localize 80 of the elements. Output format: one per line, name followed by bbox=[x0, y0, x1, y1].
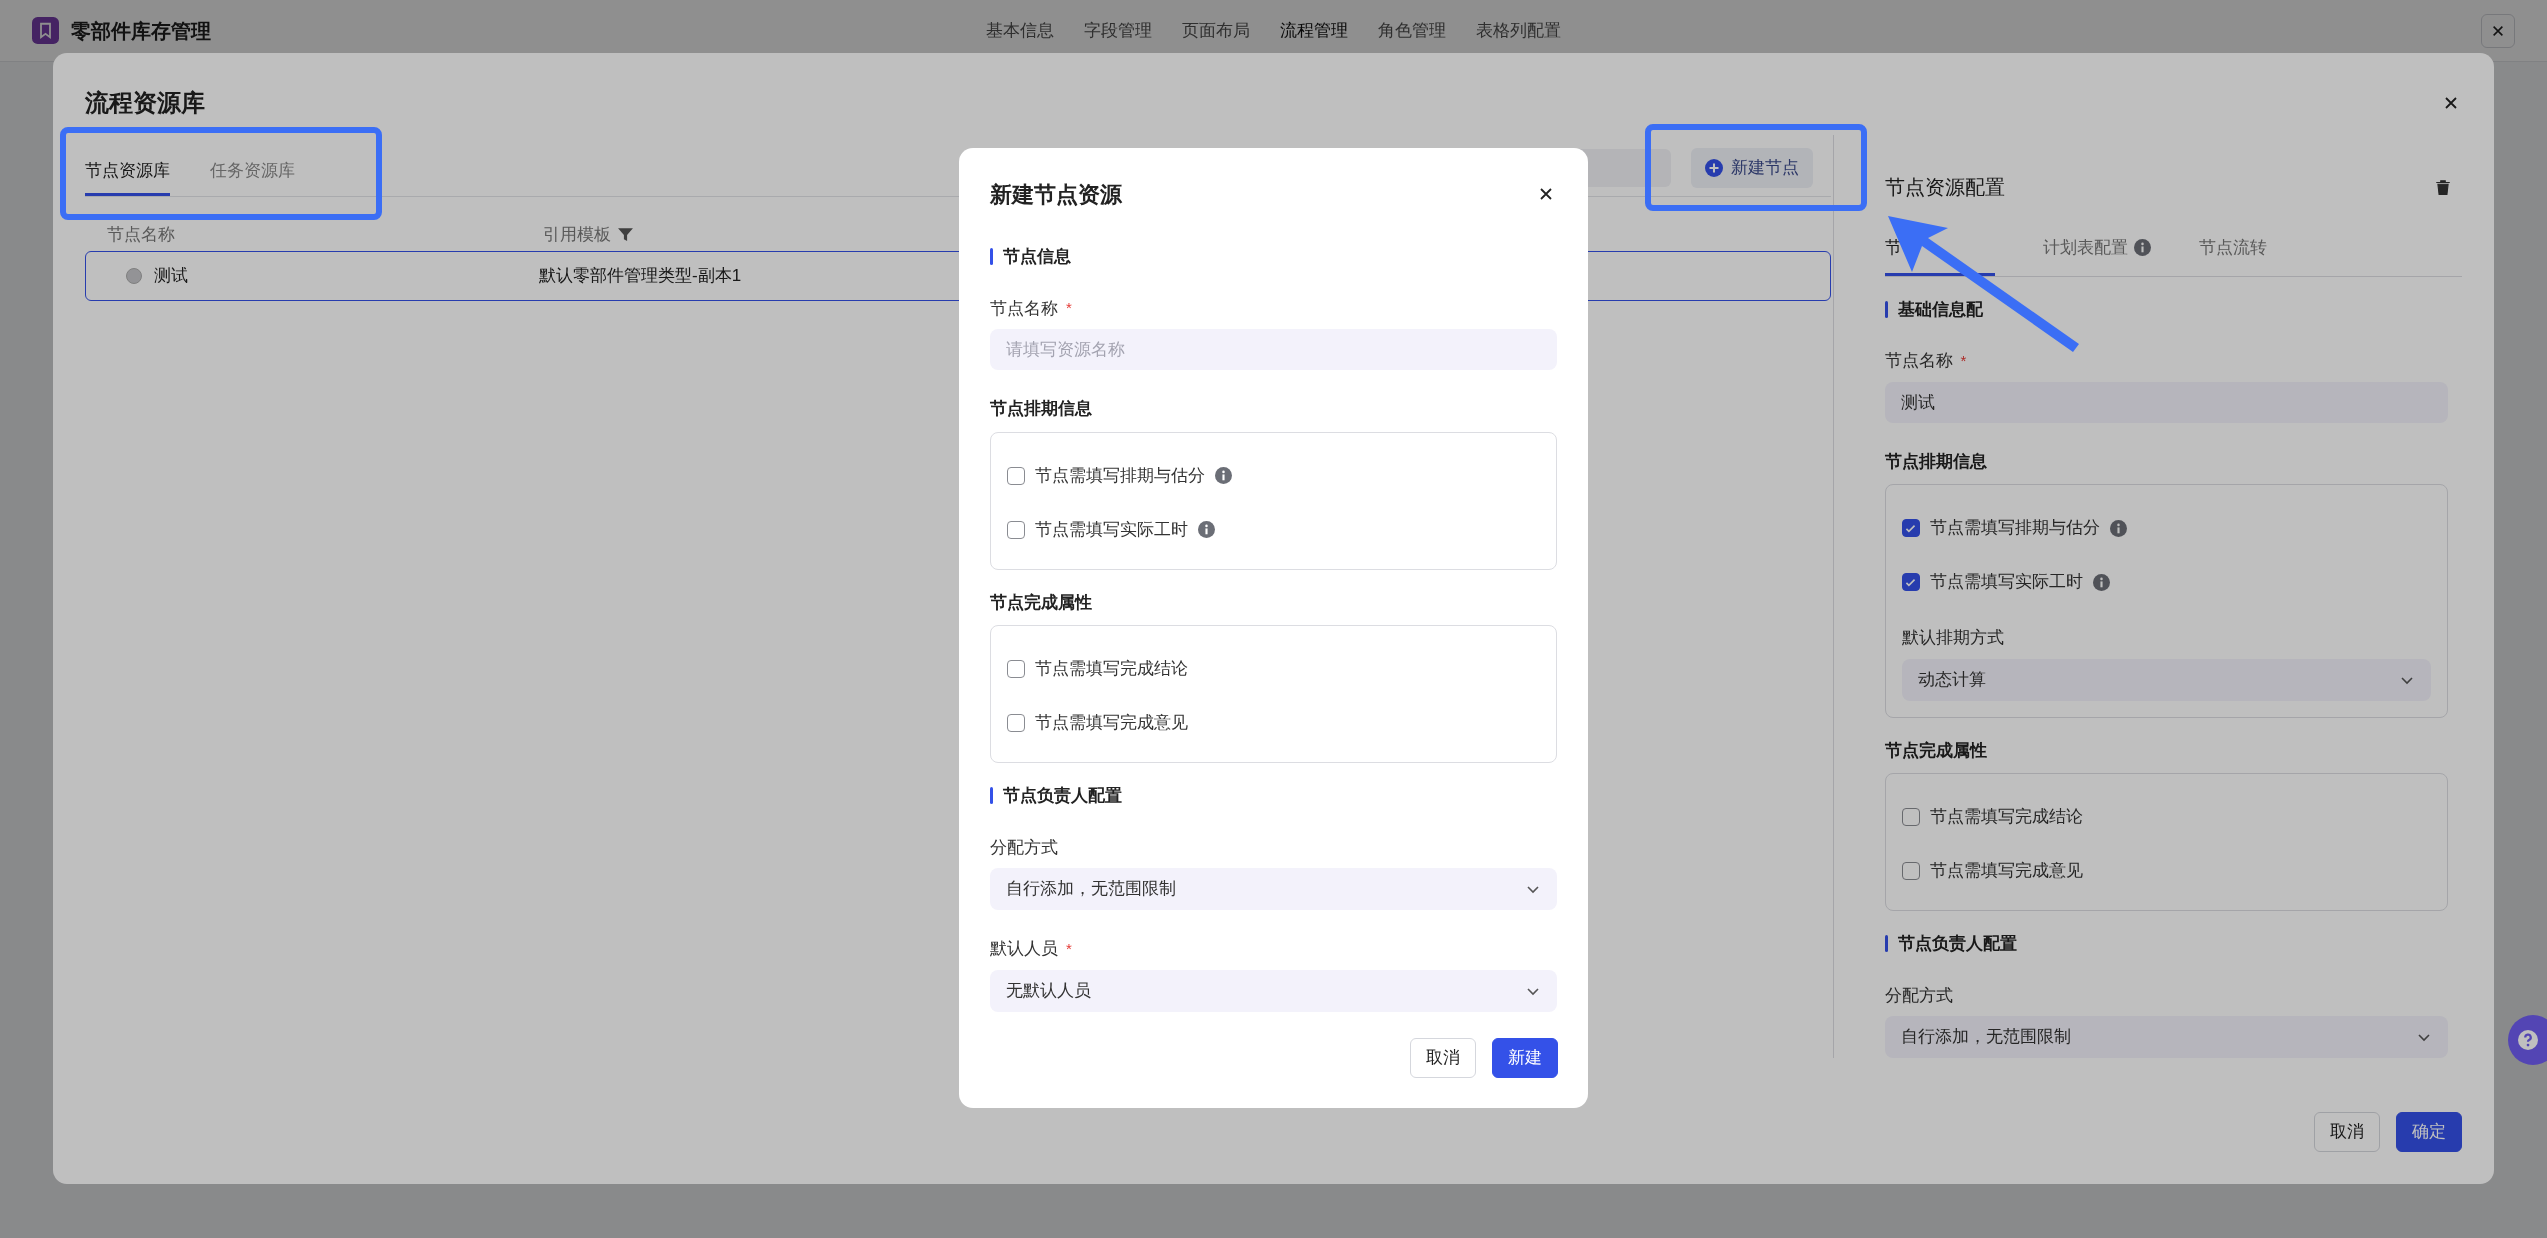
group-title: 节点完成属性 bbox=[1884, 739, 1988, 762]
app-title: 零部件库存管理 bbox=[71, 18, 211, 44]
nav-tab[interactable]: 表格列配置 bbox=[1476, 17, 1561, 44]
info-icon[interactable] bbox=[2092, 573, 2110, 591]
plus-icon bbox=[1704, 159, 1723, 177]
table-cell-text: 默认零部件管理类型-副本1 bbox=[539, 265, 742, 288]
group-title: 节点排期信息 bbox=[990, 398, 1093, 420]
select-field[interactable]: 无默认人员 bbox=[990, 969, 1557, 1012]
input-field[interactable]: 测试 bbox=[1884, 381, 2448, 423]
tab[interactable]: 计划表配置 bbox=[2042, 235, 2151, 276]
checkbox-label: 节点需填写排期与估分 bbox=[1035, 464, 1205, 487]
field-label: 默认人员 bbox=[990, 938, 1058, 960]
nav-tab[interactable]: 流程管理 bbox=[1280, 17, 1348, 44]
checkbox-label: 节点需填写完成结论 bbox=[1035, 658, 1188, 681]
info-icon[interactable] bbox=[2133, 239, 2151, 257]
select-field[interactable]: 自行添加，无范围限制 bbox=[990, 868, 1557, 910]
new-node-button[interactable]: 新建节点 bbox=[1690, 148, 1813, 188]
info-icon[interactable] bbox=[1198, 521, 1215, 538]
info-icon[interactable] bbox=[1215, 467, 1232, 484]
table-cell-text: 测试 bbox=[154, 265, 188, 288]
section-marker bbox=[1884, 300, 1888, 318]
trash-icon[interactable] bbox=[2434, 178, 2452, 196]
checkbox-label: 节点需填写实际工时 bbox=[1929, 571, 2083, 594]
panel-title: 节点资源配置 bbox=[1884, 175, 2005, 200]
info-icon[interactable] bbox=[2109, 519, 2127, 537]
select-field[interactable]: 动态计算 bbox=[1901, 658, 2431, 701]
section-marker bbox=[990, 787, 993, 805]
required-mark: * bbox=[1066, 298, 1072, 318]
tab[interactable]: 节点资源库 bbox=[85, 157, 170, 196]
select-value: 无默认人员 bbox=[1006, 979, 1091, 1002]
checkbox[interactable] bbox=[1007, 714, 1025, 732]
nav-tab[interactable]: 角色管理 bbox=[1378, 17, 1446, 44]
checkbox[interactable] bbox=[1007, 466, 1025, 485]
section-marker bbox=[1884, 935, 1888, 953]
dialog-title: 新建节点资源 bbox=[990, 180, 1122, 209]
help-icon bbox=[2518, 1030, 2538, 1050]
nav-tab[interactable]: 基本信息 bbox=[986, 17, 1054, 44]
checkbox-label: 节点需填写排期与估分 bbox=[1929, 517, 2100, 540]
field-label: 分配方式 bbox=[1884, 984, 1953, 1007]
section-title: 节点负责人配置 bbox=[1897, 933, 2017, 955]
section-title: 基础信息配 bbox=[1897, 298, 1983, 321]
confirm-button[interactable]: 确定 bbox=[2396, 1112, 2462, 1152]
column-header: 节点名称 bbox=[107, 224, 175, 244]
required-mark: * bbox=[1066, 938, 1072, 959]
confirm-button[interactable]: 新建 bbox=[1492, 1037, 1558, 1078]
filter-icon[interactable] bbox=[617, 225, 634, 243]
nav-tab[interactable]: 页面布局 bbox=[1182, 17, 1250, 44]
cancel-button[interactable]: 取消 bbox=[2314, 1112, 2380, 1152]
dialog-title: 流程资源库 bbox=[85, 88, 205, 118]
group-title: 节点完成属性 bbox=[990, 591, 1093, 614]
select-field[interactable]: 自行添加，无范围限制 bbox=[1884, 1016, 2448, 1058]
checkbox[interactable] bbox=[1007, 520, 1025, 539]
column-header: 引用模板 bbox=[543, 223, 611, 246]
checkbox-label: 节点需填写完成意见 bbox=[1929, 860, 2083, 883]
checkbox[interactable] bbox=[1901, 862, 1920, 880]
select-value: 动态计算 bbox=[1917, 668, 1986, 691]
checkbox[interactable] bbox=[1901, 573, 1920, 591]
field-label: 默认排期方式 bbox=[1901, 627, 2005, 649]
nav-tab[interactable]: 字段管理 bbox=[1084, 17, 1152, 44]
required-mark: * bbox=[1960, 350, 1967, 371]
section-marker bbox=[990, 248, 993, 266]
select-value: 自行添加，无范围限制 bbox=[1900, 1026, 2071, 1049]
select-value: 自行添加，无范围限制 bbox=[1006, 878, 1176, 901]
checkbox-label: 节点需填写实际工时 bbox=[1035, 518, 1188, 541]
tab[interactable]: 节点流转 bbox=[2198, 235, 2267, 276]
section-title: 节点负责人配置 bbox=[1003, 785, 1122, 807]
cancel-button[interactable]: 取消 bbox=[1410, 1037, 1476, 1078]
help-button[interactable] bbox=[2508, 1015, 2547, 1065]
field-label: 节点名称 bbox=[1884, 350, 1953, 372]
checkbox[interactable] bbox=[1007, 660, 1025, 678]
input-field[interactable]: 请填写资源名称 bbox=[990, 329, 1557, 370]
checkbox[interactable] bbox=[1901, 519, 1920, 537]
group-title: 节点排期信息 bbox=[1884, 450, 1988, 473]
checkbox-label: 节点需填写完成意见 bbox=[1035, 712, 1188, 735]
close-icon[interactable] bbox=[2491, 23, 2505, 38]
checkbox-label: 节点需填写完成结论 bbox=[1929, 806, 2083, 829]
app-logo-icon bbox=[32, 17, 59, 44]
field-label: 分配方式 bbox=[990, 836, 1058, 859]
checkbox[interactable] bbox=[1901, 808, 1920, 826]
tab[interactable]: 任务资源库 bbox=[210, 157, 295, 196]
